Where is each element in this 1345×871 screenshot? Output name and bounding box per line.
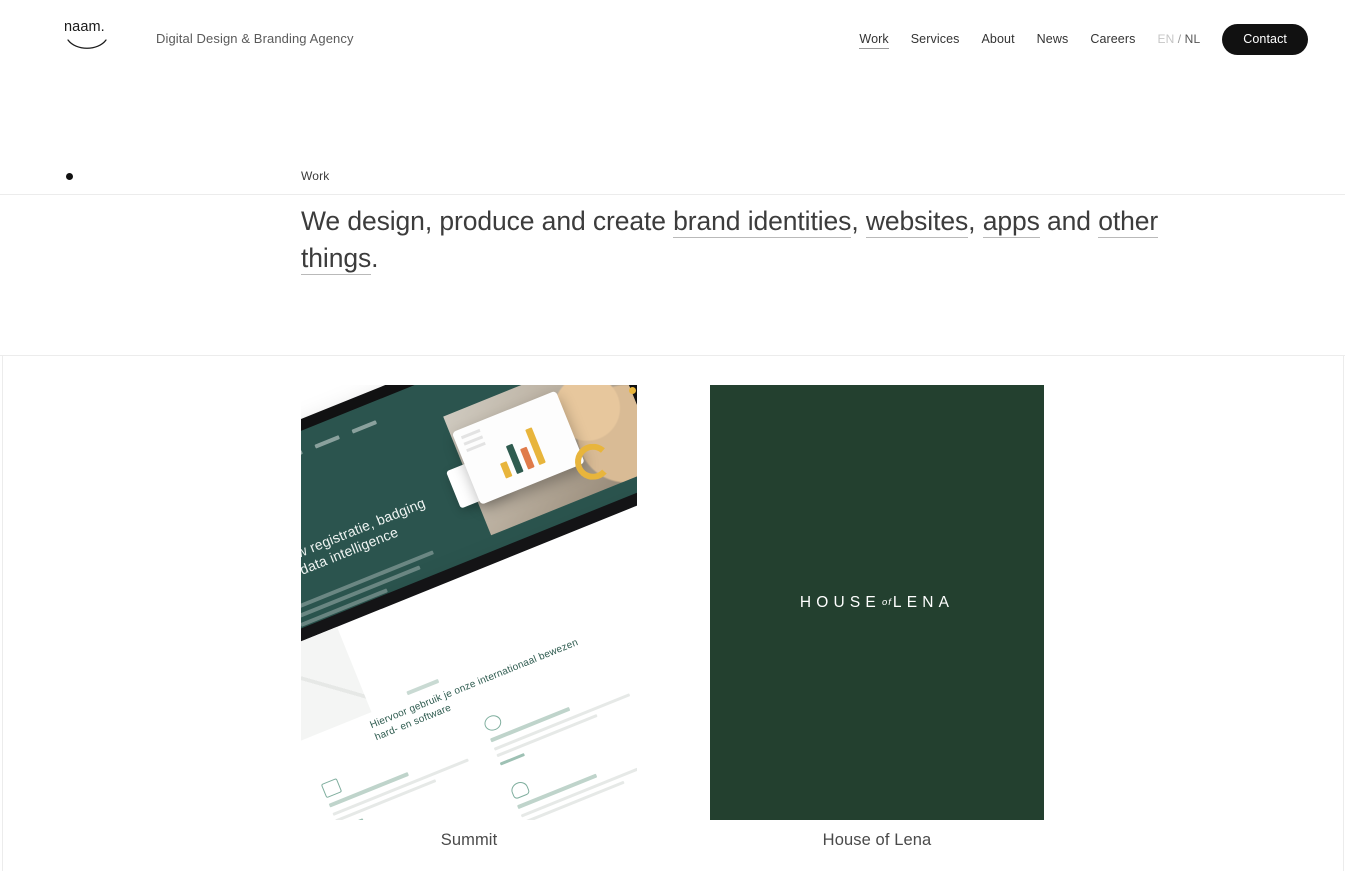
device-mockup-composition: Jouw registratie, badging en data intell… xyxy=(301,385,637,820)
work-card-title: Summit xyxy=(440,831,498,849)
work-card-title: House of Lena xyxy=(822,831,932,849)
mock-feature-item xyxy=(320,730,475,820)
mock-nav-item xyxy=(301,450,303,464)
mock-nav-item xyxy=(314,435,341,449)
logo-word-lena: LENA xyxy=(892,593,955,611)
logo-plate: HOUSEofLENA xyxy=(710,385,1044,820)
work-card-media[interactable]: Jouw registratie, badging en data intell… xyxy=(301,385,637,820)
logo-word-house: HOUSE xyxy=(799,593,881,611)
work-card-summit[interactable]: Jouw registratie, badging en data intell… xyxy=(301,385,637,849)
house-of-lena-logo: HOUSEofLENA xyxy=(800,594,954,612)
work-card-house-of-lena[interactable]: HOUSEofLENA House of Lena xyxy=(710,385,1044,849)
page-root: naam. Digital Design & Branding Agency W… xyxy=(0,0,1345,871)
mock-feature-icon xyxy=(482,712,504,734)
logo-word-of: of xyxy=(881,596,892,608)
mock-feature-icon xyxy=(509,779,531,800)
mock-dashboard-legend xyxy=(460,428,487,456)
work-grid: Jouw registratie, badging en data intell… xyxy=(0,0,1345,871)
mock-map xyxy=(301,602,372,769)
mock-feature-icon xyxy=(320,778,343,799)
mock-dashboard-chart xyxy=(491,415,573,479)
mock-nav-item xyxy=(351,420,378,434)
work-card-media[interactable]: HOUSEofLENA xyxy=(710,385,1044,820)
accent-dot-icon xyxy=(629,387,636,394)
